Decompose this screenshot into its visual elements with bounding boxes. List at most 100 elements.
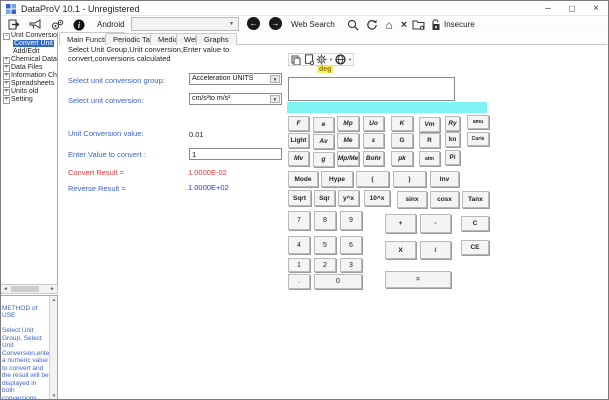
paste-icon[interactable] xyxy=(302,54,315,66)
globe-dropdown-icon[interactable]: ▼ xyxy=(347,57,353,62)
calc-key-Uo[interactable]: Uo xyxy=(363,116,384,131)
tree-item-setting[interactable]: +Setting xyxy=(1,96,57,104)
calc-key-g[interactable]: g xyxy=(313,152,334,167)
tree-item-add-edit[interactable]: Add/Edit xyxy=(1,48,57,56)
calc-key-Inv[interactable]: Inv xyxy=(430,171,459,187)
calc-key-Ry[interactable]: Ry xyxy=(445,116,460,131)
expand-icon[interactable]: + xyxy=(3,65,10,72)
calc-key-3[interactable]: 3 xyxy=(340,258,362,272)
copy-icon[interactable] xyxy=(289,54,302,66)
megaphone-icon[interactable] xyxy=(28,18,42,31)
calc-key-y-pow-x[interactable]: y^x xyxy=(338,190,359,206)
tree-item-chemical-data[interactable]: +Chemical Data xyxy=(1,56,57,64)
back-button[interactable]: ← xyxy=(247,17,260,30)
calc-key-Mode[interactable]: Mode xyxy=(288,171,318,187)
refresh-icon[interactable] xyxy=(365,18,379,31)
conversion-combobox[interactable]: cm/s²to m/s² ▼ xyxy=(189,93,282,105)
calc-key-Mp[interactable]: Mp xyxy=(337,116,359,131)
stop-icon[interactable]: × xyxy=(397,18,411,31)
expand-icon[interactable]: + xyxy=(3,89,10,96)
search-icon[interactable] xyxy=(346,18,360,31)
calc-key-Light[interactable]: Light xyxy=(288,133,309,148)
calc-key-Hype[interactable]: Hype xyxy=(321,171,353,187)
calc-key-Sqr[interactable]: Sqr xyxy=(314,190,335,206)
expand-icon[interactable]: + xyxy=(3,73,10,80)
tree-item-information-charts[interactable]: +Information Charts xyxy=(1,72,57,80)
calculator-display[interactable] xyxy=(288,77,455,101)
collapse-icon[interactable]: − xyxy=(3,33,10,40)
calc-key-atm[interactable]: atm xyxy=(419,151,440,166)
calc-key-minus[interactable]: - xyxy=(420,214,451,233)
tree-item-data-files[interactable]: +Data Files xyxy=(1,64,57,72)
scroll-left-icon[interactable]: ◄ xyxy=(1,285,10,293)
calc-key-plus[interactable]: + xyxy=(385,214,416,233)
calc-key-Bohr[interactable]: Bohr xyxy=(363,151,384,166)
gears-icon[interactable] xyxy=(50,18,64,31)
calc-key-7[interactable]: 7 xyxy=(288,211,310,230)
calc-key-Mp-Me[interactable]: Mp/Me xyxy=(337,151,359,166)
calc-key-4[interactable]: 4 xyxy=(288,236,310,254)
globe-icon[interactable] xyxy=(334,54,347,66)
calc-key-2[interactable]: 2 xyxy=(314,258,336,272)
calc-key-epsilon[interactable]: ε xyxy=(363,133,384,148)
calc-key-open-paren[interactable]: ( xyxy=(356,171,389,187)
calc-key-6[interactable]: 6 xyxy=(340,236,362,254)
calc-key-Av[interactable]: Av xyxy=(313,134,334,149)
calc-key-Vm[interactable]: Vm xyxy=(419,117,440,132)
calc-key-clear-entry[interactable]: CE xyxy=(461,240,489,255)
info-icon[interactable]: i xyxy=(72,18,86,31)
calc-key-equals[interactable]: = xyxy=(385,271,451,288)
tree-item-spreadsheets[interactable]: +Spreadsheets xyxy=(1,80,57,88)
expand-icon[interactable]: + xyxy=(3,97,10,104)
calc-key-Curie[interactable]: Curie xyxy=(467,132,489,146)
calc-key-Pi[interactable]: Pi xyxy=(445,150,460,165)
expand-icon[interactable]: + xyxy=(3,81,10,88)
calc-key-Me[interactable]: Me xyxy=(337,133,359,148)
calc-key-0[interactable]: 0 xyxy=(314,274,362,289)
calc-key-8[interactable]: 8 xyxy=(314,211,336,230)
calc-key-sinx[interactable]: sinx xyxy=(397,191,427,208)
unlock-icon[interactable] xyxy=(429,18,443,31)
exit-icon[interactable] xyxy=(7,18,21,31)
tree-item-unit-conversions[interactable]: −Unit Conversions xyxy=(1,32,57,40)
value-to-convert-input[interactable] xyxy=(189,148,282,160)
calc-key-9[interactable]: 9 xyxy=(340,211,362,230)
calc-key-kn[interactable]: kn xyxy=(445,132,460,147)
minimize-button[interactable]: – xyxy=(536,1,560,16)
calc-key-10-pow-x[interactable]: 10^x xyxy=(364,190,390,206)
close-button[interactable]: × xyxy=(584,1,608,16)
tree-item-units-old[interactable]: +Units old xyxy=(1,88,57,96)
scroll-right-icon[interactable]: ► xyxy=(48,285,57,293)
calc-key-1[interactable]: 1 xyxy=(288,258,310,272)
degrees-mode-badge[interactable]: deg xyxy=(317,66,333,73)
tab-graphs[interactable]: Graphs xyxy=(196,33,237,45)
android-combobox[interactable]: ▼ xyxy=(131,17,239,31)
method-vertical-scrollbar[interactable]: ▲ ▼ xyxy=(49,296,57,400)
calc-key-cosx[interactable]: cosx xyxy=(430,191,459,208)
scrollbar-thumb[interactable] xyxy=(11,286,39,292)
calc-key-amu[interactable]: amu xyxy=(467,115,489,129)
expand-icon[interactable]: + xyxy=(3,57,10,64)
calc-key-F[interactable]: F xyxy=(288,116,309,131)
settings-gear-icon[interactable] xyxy=(315,54,328,66)
calc-key-close-paren[interactable]: ) xyxy=(393,171,426,187)
tree-horizontal-scrollbar[interactable]: ◄ ► xyxy=(1,284,58,294)
forward-button[interactable]: → xyxy=(269,17,282,30)
calc-key-clear[interactable]: C xyxy=(461,216,489,231)
calc-key-e[interactable]: e xyxy=(313,117,334,132)
calc-key-K[interactable]: K xyxy=(391,116,413,131)
calc-key-divide[interactable]: / xyxy=(420,241,451,259)
calc-key-R[interactable]: R xyxy=(419,133,440,148)
home-icon[interactable]: ⌂ xyxy=(382,18,396,31)
calc-key-Mv[interactable]: Mv xyxy=(288,151,309,166)
group-combobox[interactable]: Acceleration UNITS ▼ xyxy=(189,73,282,85)
calc-key-multiply[interactable]: X xyxy=(385,241,416,259)
maximize-button[interactable]: ▢ xyxy=(560,1,584,16)
scroll-up-icon[interactable]: ▲ xyxy=(50,296,58,304)
calc-key-pk[interactable]: pk xyxy=(391,151,413,166)
calc-key-Tanx[interactable]: Tanx xyxy=(462,191,489,208)
calc-key-5[interactable]: 5 xyxy=(314,236,336,254)
calc-key-G[interactable]: G xyxy=(391,133,413,148)
calc-key-decimal[interactable]: . xyxy=(288,274,310,289)
folder-icon[interactable] xyxy=(411,18,425,31)
